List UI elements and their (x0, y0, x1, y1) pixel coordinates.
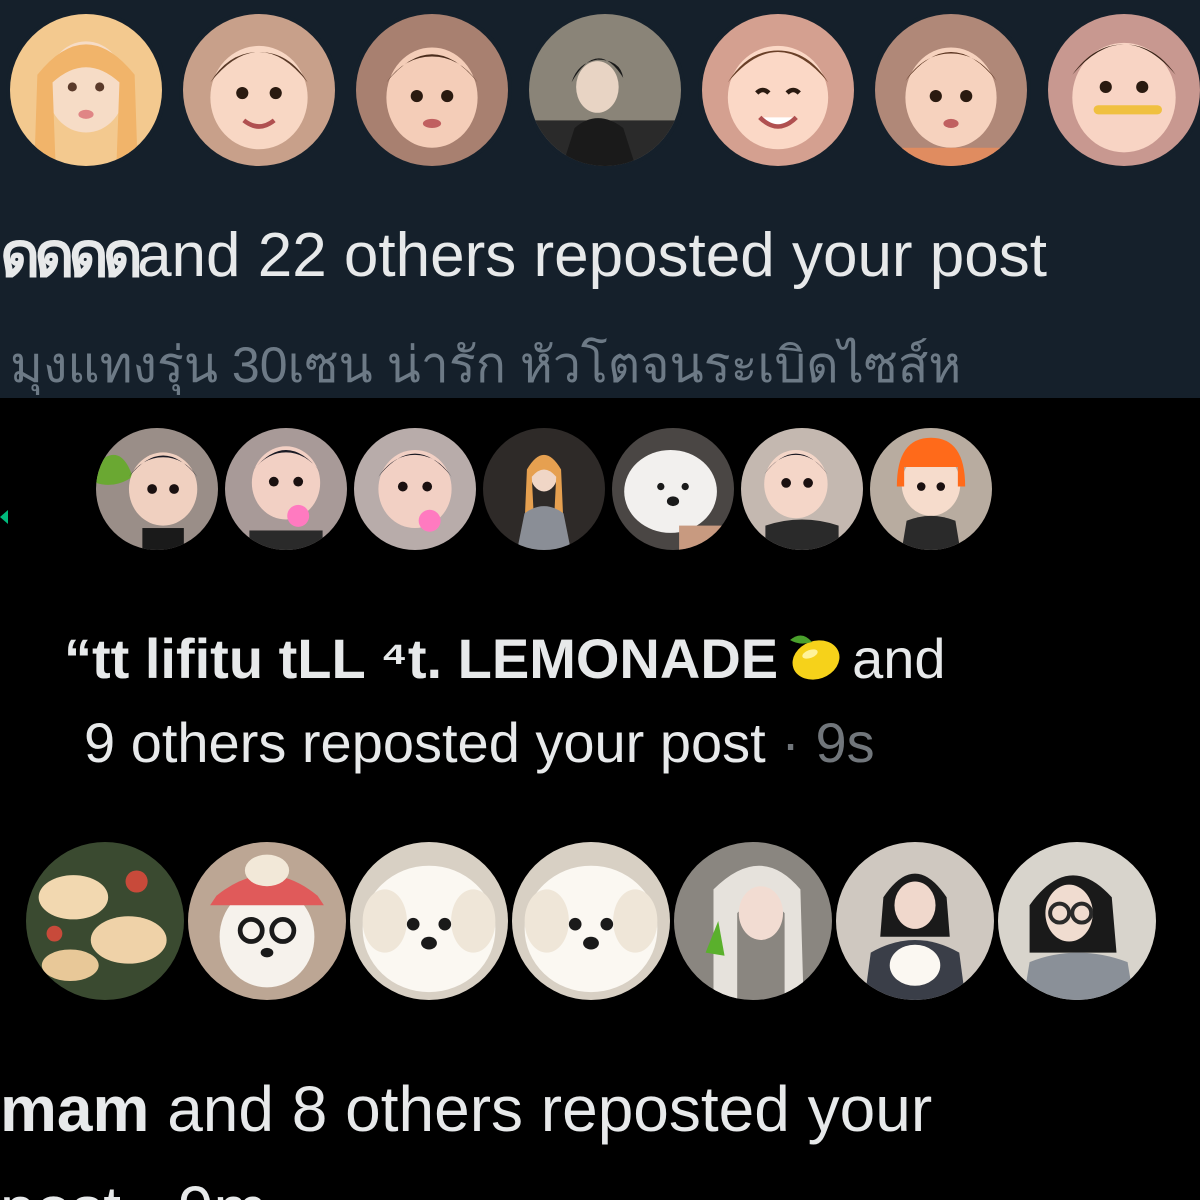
separator: · (781, 711, 800, 774)
avatar-woman-dark-hair[interactable] (525, 10, 685, 170)
repost-text: 9 others reposted your post (84, 711, 766, 774)
repost-text: and 8 others reposted your (167, 1073, 933, 1145)
avatar-toddler-smiling[interactable] (698, 10, 858, 170)
notification-text-line-2: post · 9m (0, 1172, 267, 1200)
avatar-woman-with-dog[interactable] (832, 838, 998, 1004)
avatar-white-puppy[interactable] (508, 838, 674, 1004)
notification-text-line-1: mam and 8 others reposted your (0, 1072, 932, 1146)
repost-text: and 22 others reposted your post (137, 221, 1047, 290)
timestamp[interactable]: 9s (816, 711, 875, 774)
avatar-silver-hair-woman[interactable] (670, 838, 836, 1004)
avatar-blonde-girl[interactable] (6, 10, 166, 170)
user-name[interactable]: ดดดด (0, 221, 143, 290)
and-text: and (852, 627, 946, 690)
avatar-samoyed-dog[interactable] (608, 424, 738, 554)
avatar-toddler-pink[interactable] (350, 424, 480, 554)
avatar-dog-hat-glasses[interactable] (184, 838, 350, 1004)
notification-panel-black[interactable]: mam and 8 others reposted your post · 9m (0, 810, 1200, 1200)
notification-panel-black[interactable]: “tt lifitu tLL ⁴t. LEMONADE and 9 others … (0, 398, 1200, 810)
avatar-toddler[interactable] (179, 10, 339, 170)
notification-panel-dim[interactable]: ดดดดand 22 others reposted your post มุง… (0, 0, 1200, 398)
user-name[interactable]: “tt lifitu tLL ⁴t. LEMONADE (64, 627, 778, 690)
avatar-woman-glasses[interactable] (994, 838, 1160, 1004)
avatar-toddler-eating[interactable] (1044, 10, 1200, 170)
avatar-woman-long-hair[interactable] (479, 424, 609, 554)
avatar-toddler[interactable] (352, 10, 512, 170)
avatar-row (22, 838, 1160, 1004)
repost-icon (0, 510, 8, 524)
notification-text: ดดดดand 22 others reposted your post (0, 206, 1047, 304)
notification-text-line-2: 9 others reposted your post · 9s (84, 710, 875, 775)
avatar-illustration[interactable] (22, 838, 188, 1004)
post-preview[interactable]: มุงแทงรุ่น 30เซน น่ารัก หัวโตจนระเบิดไซส… (10, 326, 961, 398)
avatar-white-puppy[interactable] (346, 838, 512, 1004)
avatar-toddler-leaf[interactable] (92, 424, 222, 554)
user-name[interactable]: mam (0, 1073, 149, 1145)
avatar-toddler[interactable] (871, 10, 1031, 170)
avatar-row (92, 424, 996, 554)
avatar-toddler[interactable] (737, 424, 867, 554)
avatar-toddler-pink[interactable] (221, 424, 351, 554)
lemon-emoji-icon (790, 635, 840, 680)
avatar-row (6, 10, 1200, 170)
avatar-toddler-orange-hair[interactable] (866, 424, 996, 554)
notification-text-line-1: “tt lifitu tLL ⁴t. LEMONADE and (64, 626, 946, 691)
